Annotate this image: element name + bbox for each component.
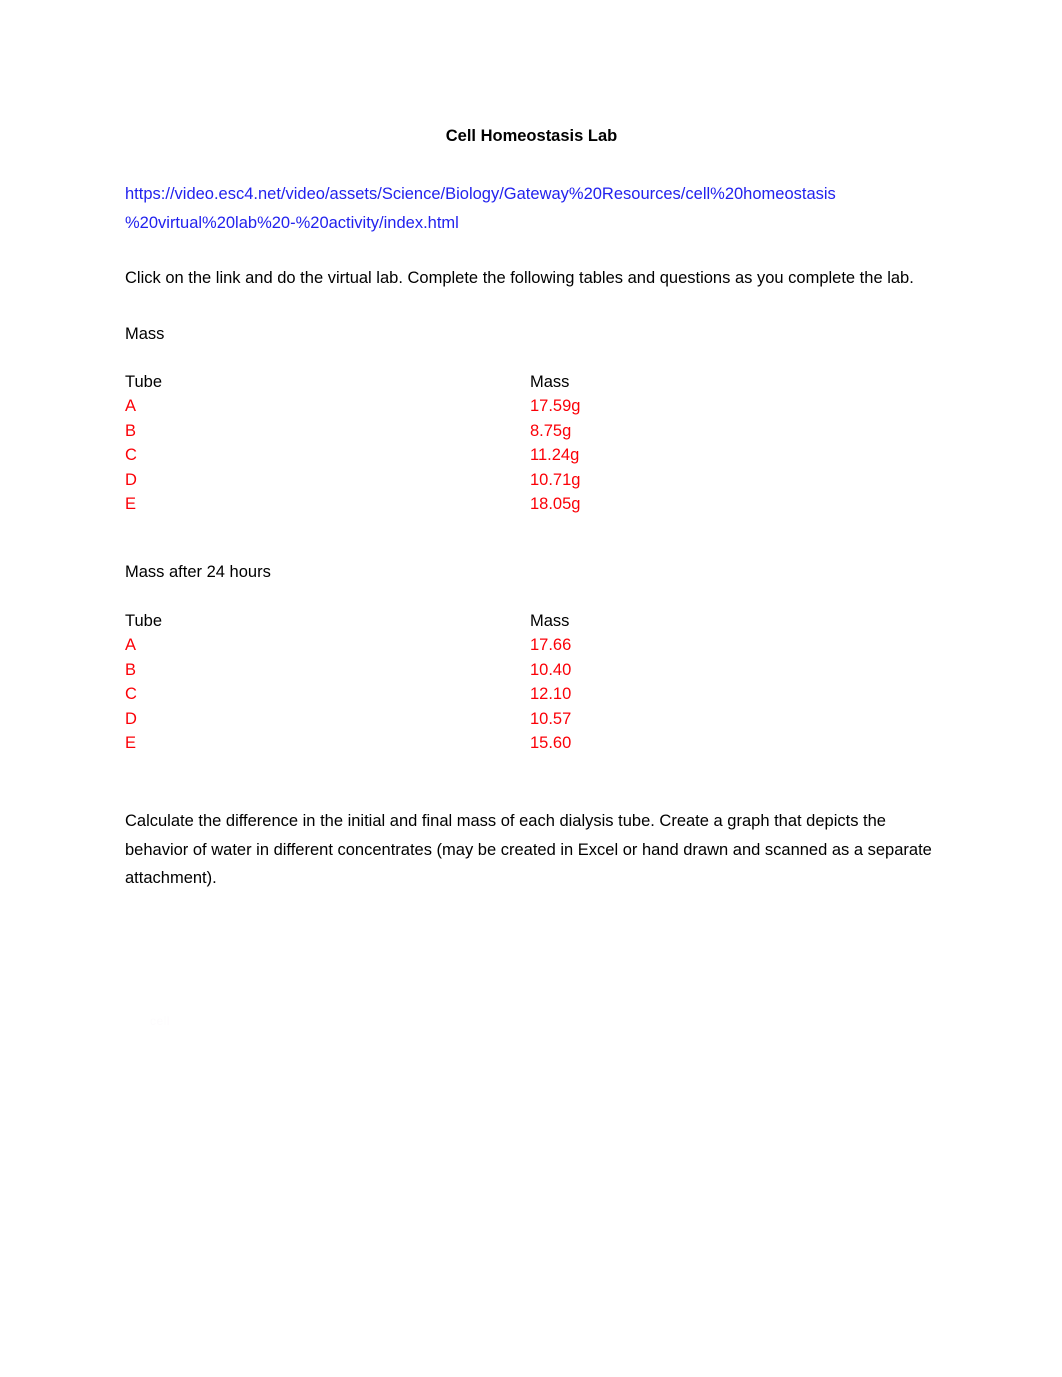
cell-mass: 12.10 (530, 685, 572, 704)
section-label-mass-after-24-hours: Mass after 24 hours (125, 563, 271, 582)
cell-tube: E (125, 733, 137, 752)
document-content: Cell Homeostasis Lab https://video.esc4.… (125, 0, 938, 909)
cell-mass: 15.60 (530, 733, 572, 752)
lab-url-line-2[interactable]: %20virtual%20lab%20-%20activity/index.ht… (125, 209, 938, 238)
lab-url-line-1[interactable]: https://video.esc4.net/video/assets/Scie… (125, 180, 938, 209)
column-header-mass: Mass (530, 373, 570, 391)
table-row: C 12.10 (125, 682, 685, 706)
faint-watermark-artifact: cell (150, 1014, 171, 1028)
table-header-row: Tube Mass (125, 370, 685, 394)
table-row: C 11.24g (125, 443, 685, 467)
mass-table-after-24-hours: Tube Mass A 17.66 B 10.40 C 12.10 D 10.5… (125, 609, 685, 755)
closing-paragraph: Calculate the difference in the initial … (125, 812, 932, 888)
table-row: A 17.59g (125, 394, 685, 418)
table-row: B 8.75g (125, 419, 685, 443)
intro-paragraph: Click on the link and do the virtual lab… (125, 269, 914, 287)
table-row: B 10.40 (125, 658, 685, 682)
table-header-row: Tube Mass (125, 609, 685, 633)
mass-table-initial: Tube Mass A 17.59g B 8.75g C 11.24g D 10… (125, 370, 685, 516)
section-label-mass: Mass (125, 324, 165, 343)
column-header-tube: Tube (125, 373, 162, 391)
cell-tube: E (125, 495, 137, 514)
cell-mass: 17.66 (530, 636, 572, 655)
cell-mass: 11.24g (530, 446, 580, 465)
table-row: A 17.66 (125, 633, 685, 657)
cell-tube: B (125, 660, 137, 679)
table-row: D 10.71g (125, 468, 685, 492)
column-header-mass: Mass (530, 611, 570, 630)
lab-url-link[interactable]: https://video.esc4.net/video/assets/Scie… (125, 180, 938, 237)
cell-tube: A (125, 397, 137, 416)
document-page: Cell Homeostasis Lab https://video.esc4.… (0, 0, 1062, 1377)
cell-tube: A (125, 636, 137, 655)
cell-tube: B (125, 421, 137, 440)
cell-tube: C (125, 685, 137, 704)
cell-mass: 8.75g (530, 421, 572, 440)
cell-mass: 10.57 (530, 709, 572, 728)
cell-tube: D (125, 709, 137, 728)
cell-mass: 10.40 (530, 660, 572, 679)
page-title: Cell Homeostasis Lab (445, 127, 618, 145)
table-row: D 10.57 (125, 707, 685, 731)
cell-mass: 18.05g (530, 495, 581, 514)
table-row: E 18.05g (125, 492, 685, 516)
table-row: E 15.60 (125, 731, 685, 755)
cell-mass: 10.71g (530, 470, 581, 489)
cell-tube: D (125, 470, 137, 489)
cell-mass: 17.59g (530, 397, 581, 416)
cell-tube: C (125, 446, 137, 465)
column-header-tube: Tube (125, 611, 162, 630)
